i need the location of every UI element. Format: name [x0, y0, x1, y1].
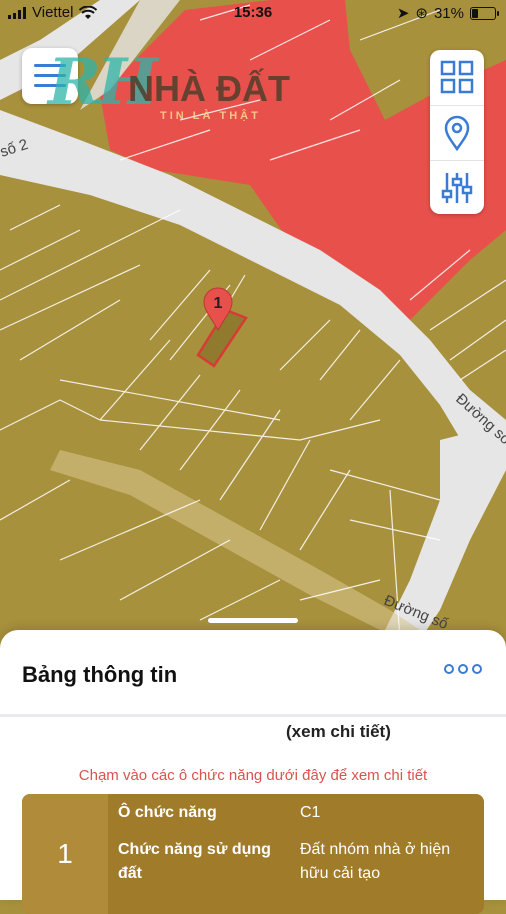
battery-percent: 31% [433, 4, 464, 22]
filter-sliders-icon [441, 173, 473, 203]
logo-text: NHÀ ĐẤT [128, 68, 290, 109]
location-pin-icon [444, 115, 470, 151]
info-sheet[interactable]: Bảng thông tin (xem chi tiết) Chạm vào c… [0, 618, 506, 914]
filter-button[interactable] [430, 160, 484, 215]
status-bar: Viettel 15:36 ➤ ⊛ 31% [0, 0, 506, 26]
row-label: Ô chức năng [118, 804, 217, 821]
card-index: 1 [22, 794, 108, 914]
location-arrow-icon: ➤ [396, 5, 410, 22]
rotation-lock-icon: ⊛ [415, 5, 428, 22]
more-dot-icon [472, 664, 482, 674]
card-row: Ô chức năng C1 [118, 804, 474, 838]
card-row: Chức năng sử dụng đất Đất nhóm nhà ở hiệ… [118, 838, 474, 898]
battery-icon [470, 6, 499, 20]
hint-text: Chạm vào các ô chức năng dưới đây để xem… [78, 767, 428, 784]
location-button[interactable] [430, 105, 484, 160]
view-detail-link[interactable]: (xem chi tiết) [286, 722, 391, 742]
card-rows: Ô chức năng C1 Chức năng sử dụng đất Đất… [118, 804, 474, 898]
more-dot-icon [444, 664, 454, 674]
status-right: ➤ ⊛ 31% [396, 4, 499, 22]
logo-tagline: TIN LÀ THẬT [160, 110, 261, 122]
function-cell-card[interactable]: 1 Ô chức năng C1 Chức năng sử dụng đất Đ… [22, 794, 484, 914]
parcel-marker-label: 1 [214, 295, 223, 312]
map-toolbar [430, 50, 484, 214]
grid-icon [440, 60, 474, 94]
sheet-divider [0, 714, 506, 717]
more-options-button[interactable] [444, 664, 482, 674]
row-value: C1 [300, 804, 321, 821]
brand-logo: RH NHÀ ĐẤT TIN LÀ THẬT [48, 50, 290, 123]
layers-button[interactable] [430, 50, 484, 104]
sheet-title: Bảng thông tin [22, 662, 178, 687]
sheet-drag-handle[interactable] [208, 618, 298, 623]
more-dot-icon [458, 664, 468, 674]
row-label: Chức năng sử dụng đất [118, 841, 271, 882]
row-value: Đất nhóm nhà ở hiện hữu cải tạo [300, 841, 451, 882]
